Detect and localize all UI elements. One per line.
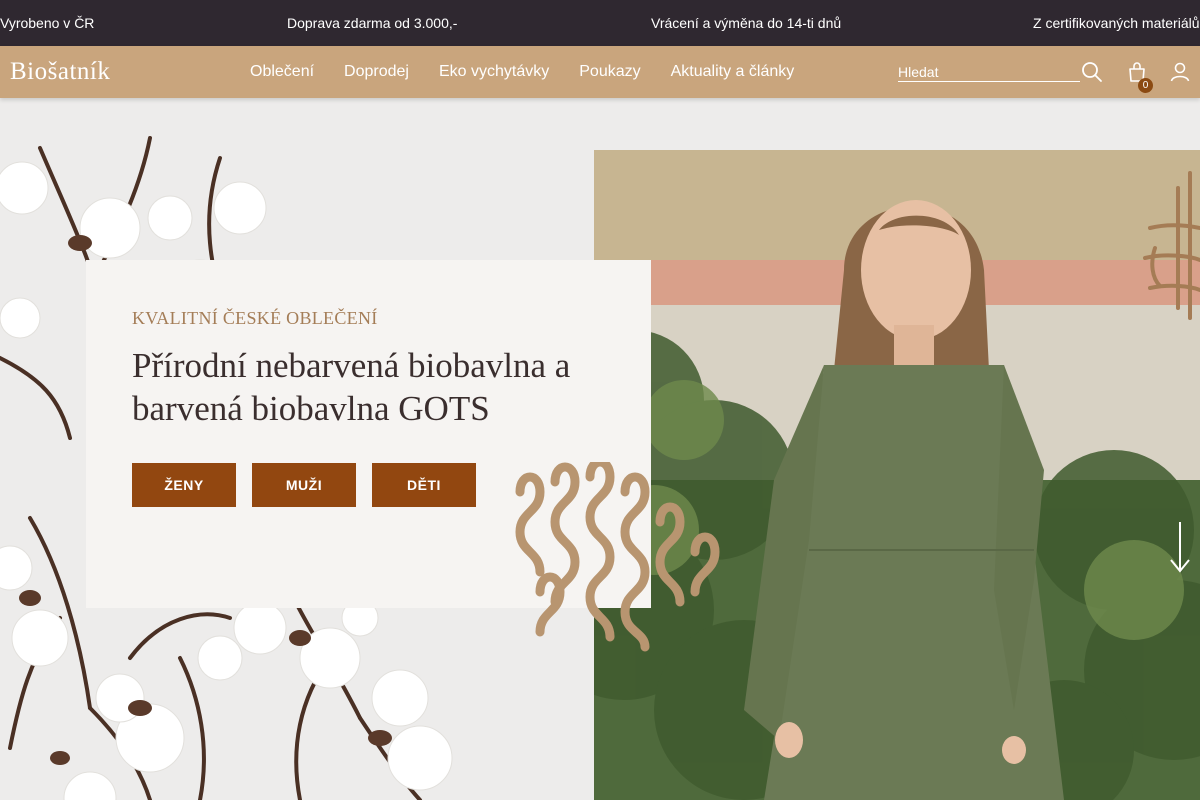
hero-title: Přírodní nebarvená biobavlna a barvená b… — [132, 346, 571, 428]
info-returns: Vrácení a výměna do 14-ti dnů — [651, 15, 842, 31]
women-button[interactable]: ŽENY — [132, 463, 236, 507]
nav-item-clothing[interactable]: Oblečení — [250, 63, 314, 81]
nav-item-vouchers[interactable]: Poukazy — [579, 63, 640, 81]
kids-button[interactable]: DĚTI — [372, 463, 476, 507]
user-icon[interactable] — [1168, 60, 1192, 84]
nav-item-eco-gadgets[interactable]: Eko vychytávky — [439, 63, 549, 81]
site-logo[interactable]: Biošatník — [10, 58, 110, 86]
arrow-down-icon[interactable] — [1168, 520, 1192, 576]
nav-item-news[interactable]: Aktuality a články — [671, 63, 795, 81]
info-strip: Vyrobeno v ČR Doprava zdarma od 3.000,- … — [0, 0, 1200, 46]
search-icon[interactable] — [1080, 60, 1104, 84]
info-made-in-cz: Vyrobeno v ČR — [0, 15, 95, 31]
hero-kicker: KVALITNÍ ČESKÉ OBLEČENÍ — [132, 308, 378, 328]
site-header: Biošatník Oblečení Doprodej Eko vychytáv… — [0, 46, 1200, 98]
cart-count-badge: 0 — [1138, 78, 1153, 93]
main-nav: Oblečení Doprodej Eko vychytávky Poukazy… — [250, 46, 824, 98]
nav-item-sale[interactable]: Doprodej — [344, 63, 409, 81]
info-certified: Z certifikovaných materiálů — [1033, 15, 1200, 31]
search-input[interactable] — [898, 62, 1080, 82]
edge-pattern-decoration — [1143, 171, 1200, 320]
info-free-shipping: Doprava zdarma od 3.000,- — [287, 15, 458, 31]
hero-section: KVALITNÍ ČESKÉ OBLEČENÍ Přírodní nebarve… — [0, 98, 1200, 800]
men-button[interactable]: MUŽI — [252, 463, 356, 507]
knit-pattern-decoration — [515, 462, 720, 652]
